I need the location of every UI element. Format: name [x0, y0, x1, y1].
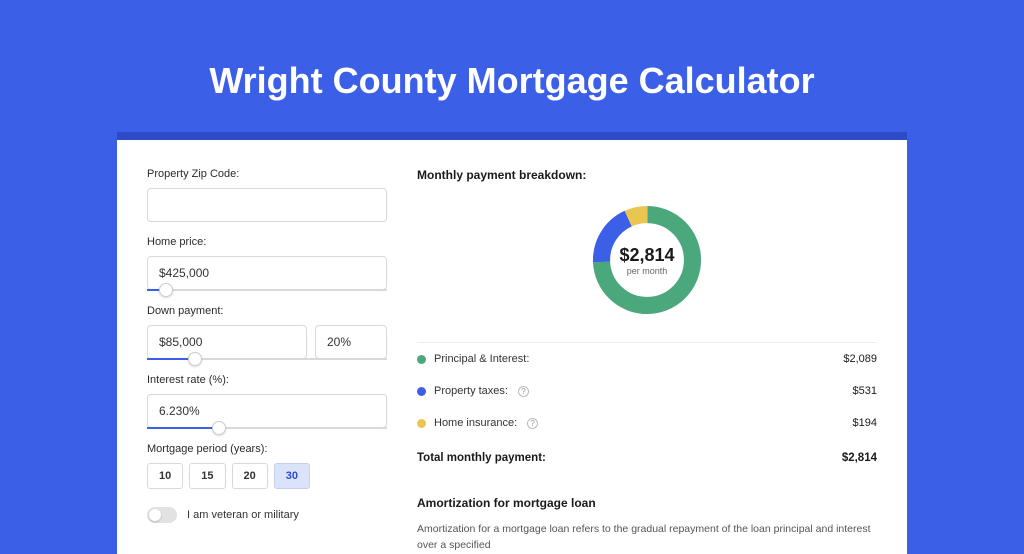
breakdown-value: $194: [853, 417, 877, 429]
amortization-block: Amortization for mortgage loan Amortizat…: [417, 496, 877, 554]
info-icon[interactable]: ?: [527, 418, 538, 429]
period-label: Mortgage period (years):: [147, 443, 387, 455]
breakdown-value: $531: [853, 385, 877, 397]
slider-thumb[interactable]: [159, 283, 173, 297]
amortization-text: Amortization for a mortgage loan refers …: [417, 522, 877, 554]
down-payment-group: Down payment:: [147, 305, 387, 360]
total-value: $2,814: [842, 452, 877, 464]
veteran-toggle[interactable]: [147, 507, 177, 523]
slider-fill: [147, 427, 219, 429]
breakdown-label: Principal & Interest:: [434, 353, 529, 365]
donut-chart: $2,814 per month: [587, 200, 707, 320]
breakdown-title: Monthly payment breakdown:: [417, 168, 877, 182]
zip-group: Property Zip Code:: [147, 168, 387, 222]
down-payment-input[interactable]: [147, 325, 307, 359]
slider-thumb[interactable]: [188, 352, 202, 366]
zip-input[interactable]: [147, 188, 387, 222]
down-payment-slider[interactable]: [147, 358, 387, 360]
home-price-label: Home price:: [147, 236, 387, 248]
donut-chart-wrap: $2,814 per month: [417, 182, 877, 342]
interest-rate-label: Interest rate (%):: [147, 374, 387, 386]
inputs-column: Property Zip Code: Home price: Down paym…: [147, 168, 387, 554]
period-buttons: 10 15 20 30: [147, 463, 387, 489]
period-btn-20[interactable]: 20: [232, 463, 268, 489]
home-price-group: Home price:: [147, 236, 387, 291]
page-title: Wright County Mortgage Calculator: [0, 0, 1024, 132]
legend-dot-blue: [417, 387, 426, 396]
interest-rate-group: Interest rate (%):: [147, 374, 387, 429]
calculator-card-wrap: Property Zip Code: Home price: Down paym…: [117, 132, 907, 554]
total-label: Total monthly payment:: [417, 452, 546, 464]
calculator-card: Property Zip Code: Home price: Down paym…: [117, 140, 907, 554]
slider-thumb[interactable]: [212, 421, 226, 435]
home-price-slider[interactable]: [147, 289, 387, 291]
breakdown-column: Monthly payment breakdown: $2,814 per mo…: [417, 168, 877, 554]
veteran-toggle-row: I am veteran or military: [147, 507, 387, 523]
breakdown-total-row: Total monthly payment: $2,814: [417, 441, 877, 474]
interest-rate-input[interactable]: [147, 394, 387, 428]
breakdown-label: Home insurance:: [434, 417, 517, 429]
down-payment-pct-input[interactable]: [315, 325, 387, 359]
donut-amount: $2,814: [619, 245, 674, 266]
toggle-knob: [149, 509, 161, 521]
breakdown-value: $2,089: [843, 353, 877, 365]
interest-rate-slider[interactable]: [147, 427, 387, 429]
period-btn-10[interactable]: 10: [147, 463, 183, 489]
breakdown-label: Property taxes:: [434, 385, 508, 397]
breakdown-row-principal: Principal & Interest: $2,089: [417, 343, 877, 375]
period-group: Mortgage period (years): 10 15 20 30: [147, 443, 387, 489]
info-icon[interactable]: ?: [518, 386, 529, 397]
breakdown-row-insurance: Home insurance: ? $194: [417, 407, 877, 439]
legend-dot-green: [417, 355, 426, 364]
down-payment-label: Down payment:: [147, 305, 387, 317]
donut-center: $2,814 per month: [587, 200, 707, 320]
breakdown-row-taxes: Property taxes: ? $531: [417, 375, 877, 407]
donut-sub: per month: [627, 266, 668, 276]
legend-dot-yellow: [417, 419, 426, 428]
veteran-label: I am veteran or military: [187, 509, 299, 521]
period-btn-15[interactable]: 15: [189, 463, 225, 489]
period-btn-30[interactable]: 30: [274, 463, 310, 489]
home-price-input[interactable]: [147, 256, 387, 290]
amortization-title: Amortization for mortgage loan: [417, 496, 877, 510]
zip-label: Property Zip Code:: [147, 168, 387, 180]
